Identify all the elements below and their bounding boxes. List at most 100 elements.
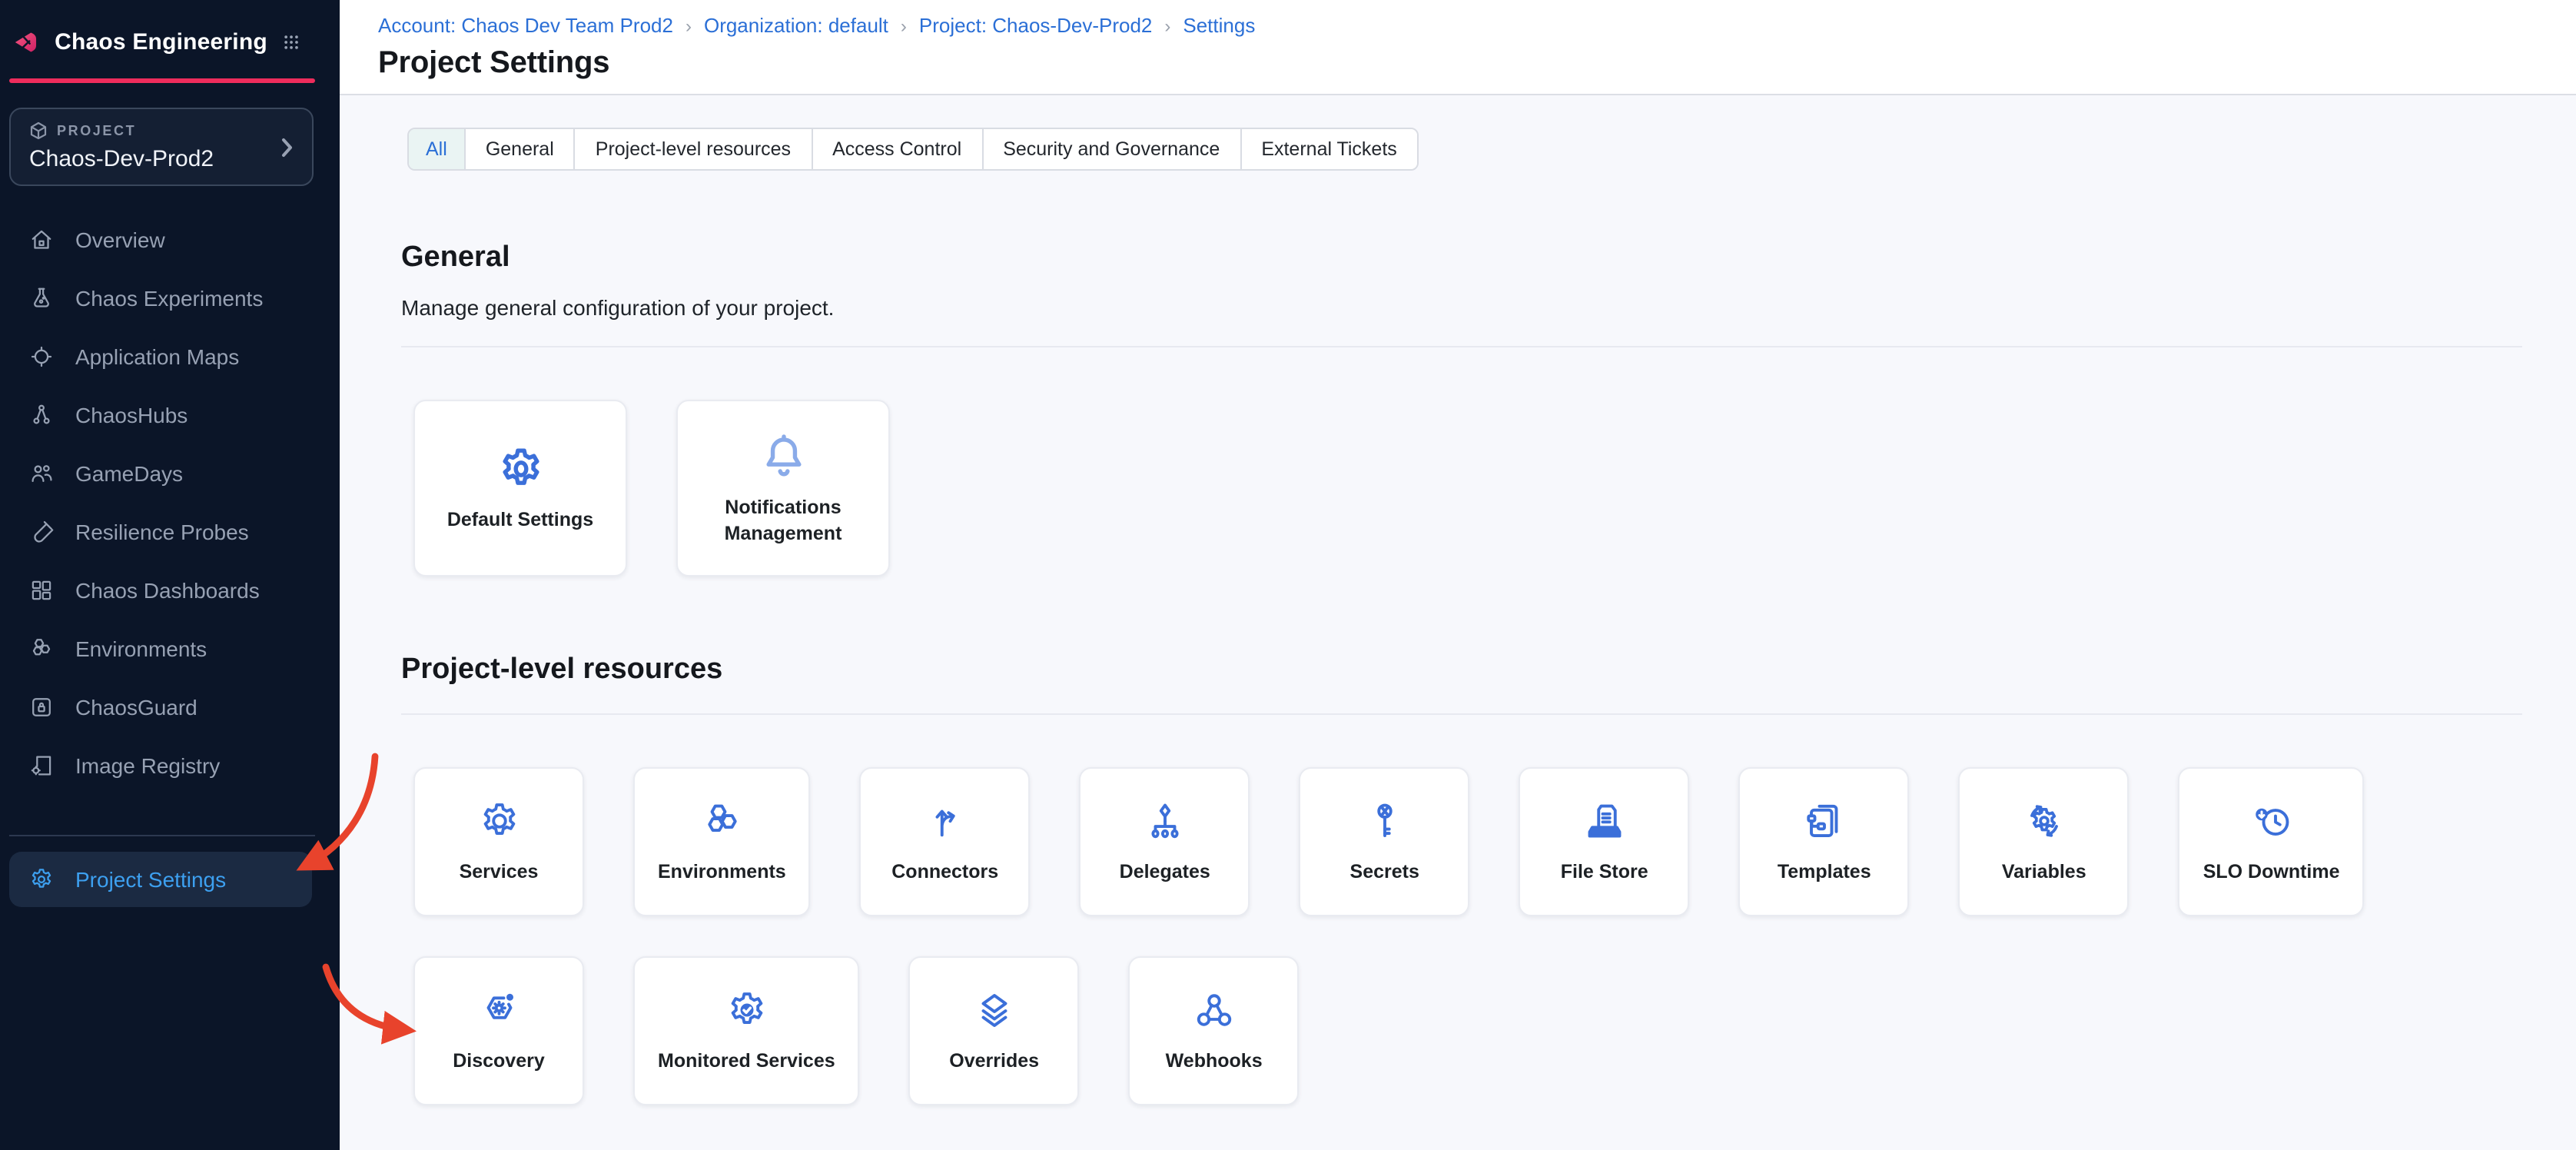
card-file-store[interactable]: File Store <box>1519 767 1690 916</box>
card-label: SLO Downtime <box>2203 860 2340 886</box>
tab-access-control[interactable]: Access Control <box>811 129 981 169</box>
resource-cards-row-1: Services Environments <box>413 767 2522 916</box>
sidebar-item-environments[interactable]: Environments <box>0 620 340 678</box>
sidebar-nav: Overview Chaos Experiments Application M… <box>0 211 340 795</box>
accent-divider <box>9 78 315 83</box>
card-label: Webhooks <box>1166 1049 1263 1075</box>
chaos-engineering-logo-icon[interactable] <box>12 21 39 62</box>
file-store-document-icon <box>1582 799 1628 845</box>
card-label: Secrets <box>1350 860 1419 886</box>
project-selector[interactable]: PROJECT Chaos-Dev-Prod2 <box>9 108 314 186</box>
sidebar-item-resilience-probes[interactable]: Resilience Probes <box>0 503 340 561</box>
sidebar-item-label: GameDays <box>75 461 183 486</box>
tab-external-tickets[interactable]: External Tickets <box>1240 129 1416 169</box>
card-slo-downtime[interactable]: SLO Downtime <box>2179 767 2365 916</box>
card-webhooks[interactable]: Webhooks <box>1129 956 1300 1105</box>
card-templates[interactable]: Templates <box>1739 767 1910 916</box>
network-icon <box>28 401 55 429</box>
card-label: Variables <box>2002 860 2086 886</box>
discovery-hexagon-gear-icon <box>476 988 522 1034</box>
delegates-org-chart-icon <box>1142 799 1188 845</box>
breadcrumb: Account: Chaos Dev Team Prod2 › Organiza… <box>378 14 2576 37</box>
page-title: Project Settings <box>378 46 2576 81</box>
card-overrides[interactable]: Overrides <box>909 956 1080 1105</box>
card-label: Connectors <box>891 860 998 886</box>
users-icon <box>28 460 55 487</box>
connectors-branch-arrows-icon <box>922 799 968 845</box>
sidebar-item-label: Environments <box>75 636 207 661</box>
card-label: Services <box>460 860 539 886</box>
breadcrumb-organization-link[interactable]: Organization: default <box>704 14 888 37</box>
card-default-settings[interactable]: Default Settings <box>413 400 627 577</box>
secrets-key-icon <box>1362 799 1408 845</box>
dashboard-grid-icon <box>28 577 55 604</box>
sidebar-item-label: Image Registry <box>75 753 220 778</box>
section-general: General Manage general configuration of … <box>401 241 2522 577</box>
sidebar-item-label: Overview <box>75 228 165 252</box>
webhooks-icon <box>1191 988 1237 1034</box>
breadcrumb-separator: › <box>901 15 907 36</box>
sidebar-item-overview[interactable]: Overview <box>0 211 340 269</box>
card-label: Default Settings <box>447 508 593 533</box>
section-resources-title: Project-level resources <box>401 653 2522 687</box>
sidebar-item-label: Project Settings <box>75 867 226 892</box>
project-selector-name: Chaos-Dev-Prod2 <box>29 146 294 172</box>
sidebar-item-label: Application Maps <box>75 344 239 369</box>
sidebar-item-chaoshubs[interactable]: ChaosHubs <box>0 386 340 444</box>
card-monitored-services[interactable]: Monitored Services <box>633 956 860 1105</box>
section-general-description: Manage general configuration of your pro… <box>401 295 2522 320</box>
topbar: Account: Chaos Dev Team Prod2 › Organiza… <box>340 0 2576 95</box>
section-general-title: General <box>401 241 2522 275</box>
general-cards: Default Settings Notifications Managemen… <box>413 400 2522 577</box>
sidebar-item-label: ChaosGuard <box>75 695 198 720</box>
sidebar-item-label: Chaos Dashboards <box>75 578 260 603</box>
card-services[interactable]: Services <box>413 767 584 916</box>
project-selector-header: PROJECT <box>29 121 294 140</box>
breadcrumb-separator: › <box>685 15 692 36</box>
file-gear-icon <box>28 752 55 779</box>
card-label: File Store <box>1561 860 1648 886</box>
breadcrumb-project-link[interactable]: Project: Chaos-Dev-Prod2 <box>919 14 1152 37</box>
card-environments[interactable]: Environments <box>633 767 811 916</box>
card-label: Notifications Management <box>701 496 865 546</box>
services-gear-icon <box>476 799 522 845</box>
sidebar-item-chaos-dashboards[interactable]: Chaos Dashboards <box>0 561 340 620</box>
app-window: Chaos Engineering PROJECT Chaos-Dev-Prod… <box>0 0 2576 1150</box>
card-label: Monitored Services <box>658 1049 835 1075</box>
tab-all[interactable]: All <box>409 129 464 169</box>
breadcrumb-settings-link[interactable]: Settings <box>1183 14 1255 37</box>
main-area: Account: Chaos Dev Team Prod2 › Organiza… <box>340 0 2576 1150</box>
card-notifications-management[interactable]: Notifications Management <box>676 400 890 577</box>
sidebar-item-gamedays[interactable]: GameDays <box>0 444 340 503</box>
brand-header: Chaos Engineering <box>0 0 340 68</box>
card-label: Discovery <box>453 1049 545 1075</box>
gear-icon <box>28 866 55 893</box>
card-connectors[interactable]: Connectors <box>860 767 1031 916</box>
product-title: Chaos Engineering <box>55 28 267 55</box>
sidebar-item-chaos-experiments[interactable]: Chaos Experiments <box>0 269 340 327</box>
sidebar-item-image-registry[interactable]: Image Registry <box>0 736 340 795</box>
environments-hexagons-icon <box>699 799 745 845</box>
sidebar-item-application-maps[interactable]: Application Maps <box>0 327 340 386</box>
card-delegates[interactable]: Delegates <box>1080 767 1250 916</box>
sidebar-item-project-settings[interactable]: Project Settings <box>9 852 312 907</box>
section-divider <box>401 346 2522 347</box>
lock-icon <box>28 693 55 721</box>
card-secrets[interactable]: Secrets <box>1300 767 1470 916</box>
flask-icon <box>28 284 55 312</box>
app-grid-icon[interactable] <box>283 28 300 55</box>
sidebar-item-label: Resilience Probes <box>75 520 249 544</box>
breadcrumb-account-link[interactable]: Account: Chaos Dev Team Prod2 <box>378 14 673 37</box>
sidebar-item-chaosguard[interactable]: ChaosGuard <box>0 678 340 736</box>
card-label: Delegates <box>1120 860 1210 886</box>
chevron-right-icon <box>281 137 294 157</box>
tab-security-and-governance[interactable]: Security and Governance <box>981 129 1240 169</box>
sidebar-divider <box>9 835 315 836</box>
tab-general[interactable]: General <box>464 129 574 169</box>
card-discovery[interactable]: Discovery <box>413 956 584 1105</box>
tab-project-level-resources[interactable]: Project-level resources <box>574 129 811 169</box>
section-divider <box>401 713 2522 715</box>
card-variables[interactable]: Variables <box>1959 767 2130 916</box>
default-settings-gear-icon <box>494 444 546 496</box>
target-icon <box>28 343 55 371</box>
